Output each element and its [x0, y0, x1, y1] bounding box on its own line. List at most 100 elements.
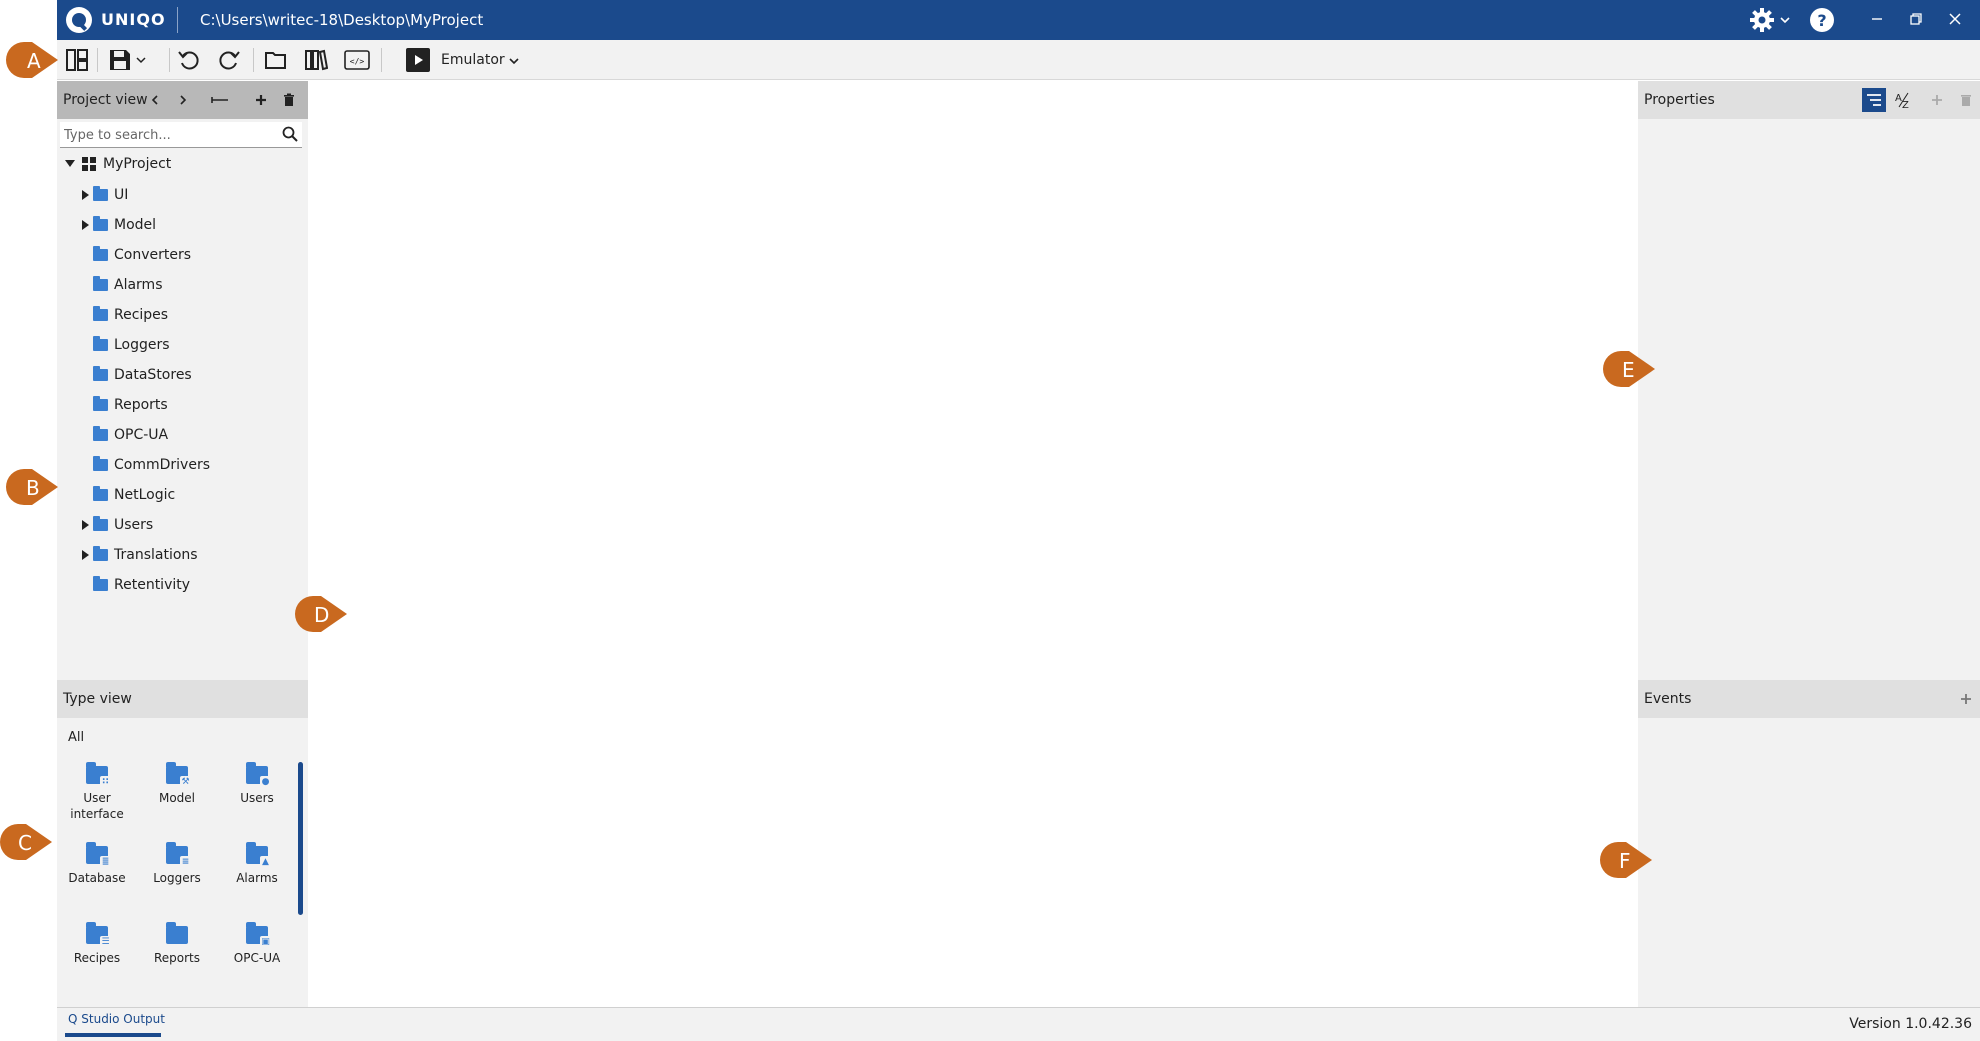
properties-header: Properties A Z — [1638, 81, 1980, 119]
close-button[interactable] — [1940, 4, 1970, 34]
play-icon — [406, 48, 430, 72]
help-button[interactable]: ? — [1809, 7, 1835, 33]
search-input[interactable] — [64, 125, 274, 145]
settings-button[interactable] — [1749, 7, 1791, 33]
tree-item-label: Reports — [114, 397, 168, 413]
delete-icon[interactable] — [1960, 93, 1972, 107]
type-view-panel: All ∷ User interface ⚒ Model ● Users ≣ Database… — [57, 718, 308, 1007]
code-icon: </> — [344, 50, 370, 70]
tree-item[interactable]: OPC-UA — [79, 423, 168, 447]
tree-item[interactable]: Converters — [79, 243, 191, 267]
search-icon[interactable] — [282, 126, 298, 142]
folder-icon — [93, 216, 108, 231]
tree-item[interactable]: Alarms — [79, 273, 163, 297]
save-button[interactable] — [105, 47, 149, 73]
svg-text:?: ? — [1817, 11, 1826, 30]
type-filter-label[interactable]: All — [68, 730, 84, 745]
project-path: C:\Users\writec-18\Desktop\MyProject — [200, 11, 484, 29]
layout-button[interactable] — [63, 47, 91, 73]
project-view-title: Project view — [63, 92, 148, 108]
type-item[interactable]: ∷ User interface — [57, 762, 137, 822]
tree-item[interactable]: Users — [79, 513, 153, 537]
type-item-label: Recipes — [73, 951, 121, 965]
project-icon — [82, 157, 96, 171]
tree-root-myproject[interactable]: MyProject — [63, 152, 171, 176]
tree-item[interactable]: NetLogic — [79, 483, 175, 507]
tree-item[interactable]: Reports — [79, 393, 168, 417]
layout-icon — [66, 49, 88, 71]
editor-canvas[interactable] — [308, 81, 1638, 1006]
tree-item[interactable]: Retentivity — [79, 573, 190, 597]
properties-panel — [1638, 119, 1980, 680]
output-tab[interactable]: Q Studio Output — [68, 1012, 165, 1026]
chevron-down-icon[interactable] — [508, 55, 520, 67]
delete-icon[interactable] — [283, 93, 295, 107]
folder-icon — [93, 366, 108, 381]
svg-text:</>: </> — [350, 57, 365, 66]
type-item[interactable]: ≡ Loggers — [137, 842, 217, 886]
folder-icon — [93, 336, 108, 351]
close-icon — [1949, 13, 1961, 25]
type-item-label: User interface — [70, 791, 124, 821]
project-view-header: Project view — [57, 81, 308, 119]
user-interface-folder-icon: ∷ — [86, 762, 111, 787]
undo-button[interactable] — [175, 47, 203, 73]
tree-item[interactable]: Model — [79, 213, 156, 237]
caret-collapsed-icon[interactable] — [79, 220, 93, 230]
tree-item[interactable]: Translations — [79, 543, 198, 567]
redo-button[interactable] — [215, 47, 243, 73]
back-arrow-icon[interactable] — [149, 94, 161, 106]
type-item[interactable]: ≣ Database — [57, 842, 137, 886]
sort-alpha-icon[interactable]: A Z — [1894, 91, 1912, 109]
opcua-folder-icon: ▣ — [246, 922, 271, 947]
folder-open-icon — [265, 52, 286, 69]
tree-item[interactable]: Recipes — [79, 303, 168, 327]
loggers-folder-icon: ≡ — [166, 842, 191, 867]
version-label: Version 1.0.42.36 — [1849, 1016, 1972, 1032]
forward-arrow-icon[interactable] — [177, 94, 189, 106]
properties-title: Properties — [1644, 92, 1715, 108]
output-tab-indicator — [65, 1033, 161, 1037]
tree-item-label: NetLogic — [114, 487, 176, 503]
library-button[interactable] — [302, 47, 330, 73]
type-view-scrollbar[interactable] — [298, 762, 303, 915]
add-icon[interactable] — [255, 94, 267, 106]
emulator-label[interactable]: Emulator — [441, 52, 505, 68]
alarms-folder-icon: ▲ — [246, 842, 271, 867]
filter-button[interactable] — [1862, 88, 1886, 112]
run-emulator-button[interactable] — [403, 47, 433, 73]
type-item[interactable]: ⚒ Model — [137, 762, 217, 806]
tree-item-label: Alarms — [114, 277, 163, 293]
type-item[interactable]: Reports — [137, 922, 217, 966]
events-panel — [1638, 718, 1980, 1007]
tree-item[interactable]: DataStores — [79, 363, 192, 387]
svg-text:A: A — [1895, 93, 1902, 104]
undo-icon — [178, 51, 199, 70]
collapse-all-icon[interactable] — [211, 94, 229, 106]
add-icon[interactable] — [1931, 94, 1943, 106]
open-folder-button[interactable] — [262, 47, 290, 73]
type-item[interactable]: ▲ Alarms — [217, 842, 297, 886]
callout-b-label: B — [26, 476, 40, 500]
tree-item[interactable]: UI — [79, 183, 128, 207]
caret-expanded-icon[interactable] — [63, 160, 77, 168]
code-editor-button[interactable]: </> — [343, 47, 371, 73]
tree-item[interactable]: CommDrivers — [79, 453, 210, 477]
filter-icon — [1867, 94, 1881, 106]
type-item[interactable]: ☰ Recipes — [57, 922, 137, 966]
add-icon[interactable] — [1960, 693, 1972, 705]
tree-item[interactable]: Loggers — [79, 333, 170, 357]
tree-item-label: Converters — [114, 247, 192, 263]
toolbar-separator — [253, 48, 254, 72]
type-item[interactable]: ▣ OPC-UA — [217, 922, 297, 966]
caret-collapsed-icon[interactable] — [79, 550, 93, 560]
caret-collapsed-icon[interactable] — [79, 190, 93, 200]
restore-button[interactable] — [1901, 4, 1931, 34]
type-item[interactable]: ● Users — [217, 762, 297, 806]
folder-icon — [93, 186, 108, 201]
minimize-button[interactable] — [1862, 4, 1892, 34]
caret-collapsed-icon[interactable] — [79, 520, 93, 530]
folder-icon — [93, 456, 108, 471]
type-item-label: OPC-UA — [233, 951, 281, 965]
type-item-label: Users — [240, 791, 274, 805]
